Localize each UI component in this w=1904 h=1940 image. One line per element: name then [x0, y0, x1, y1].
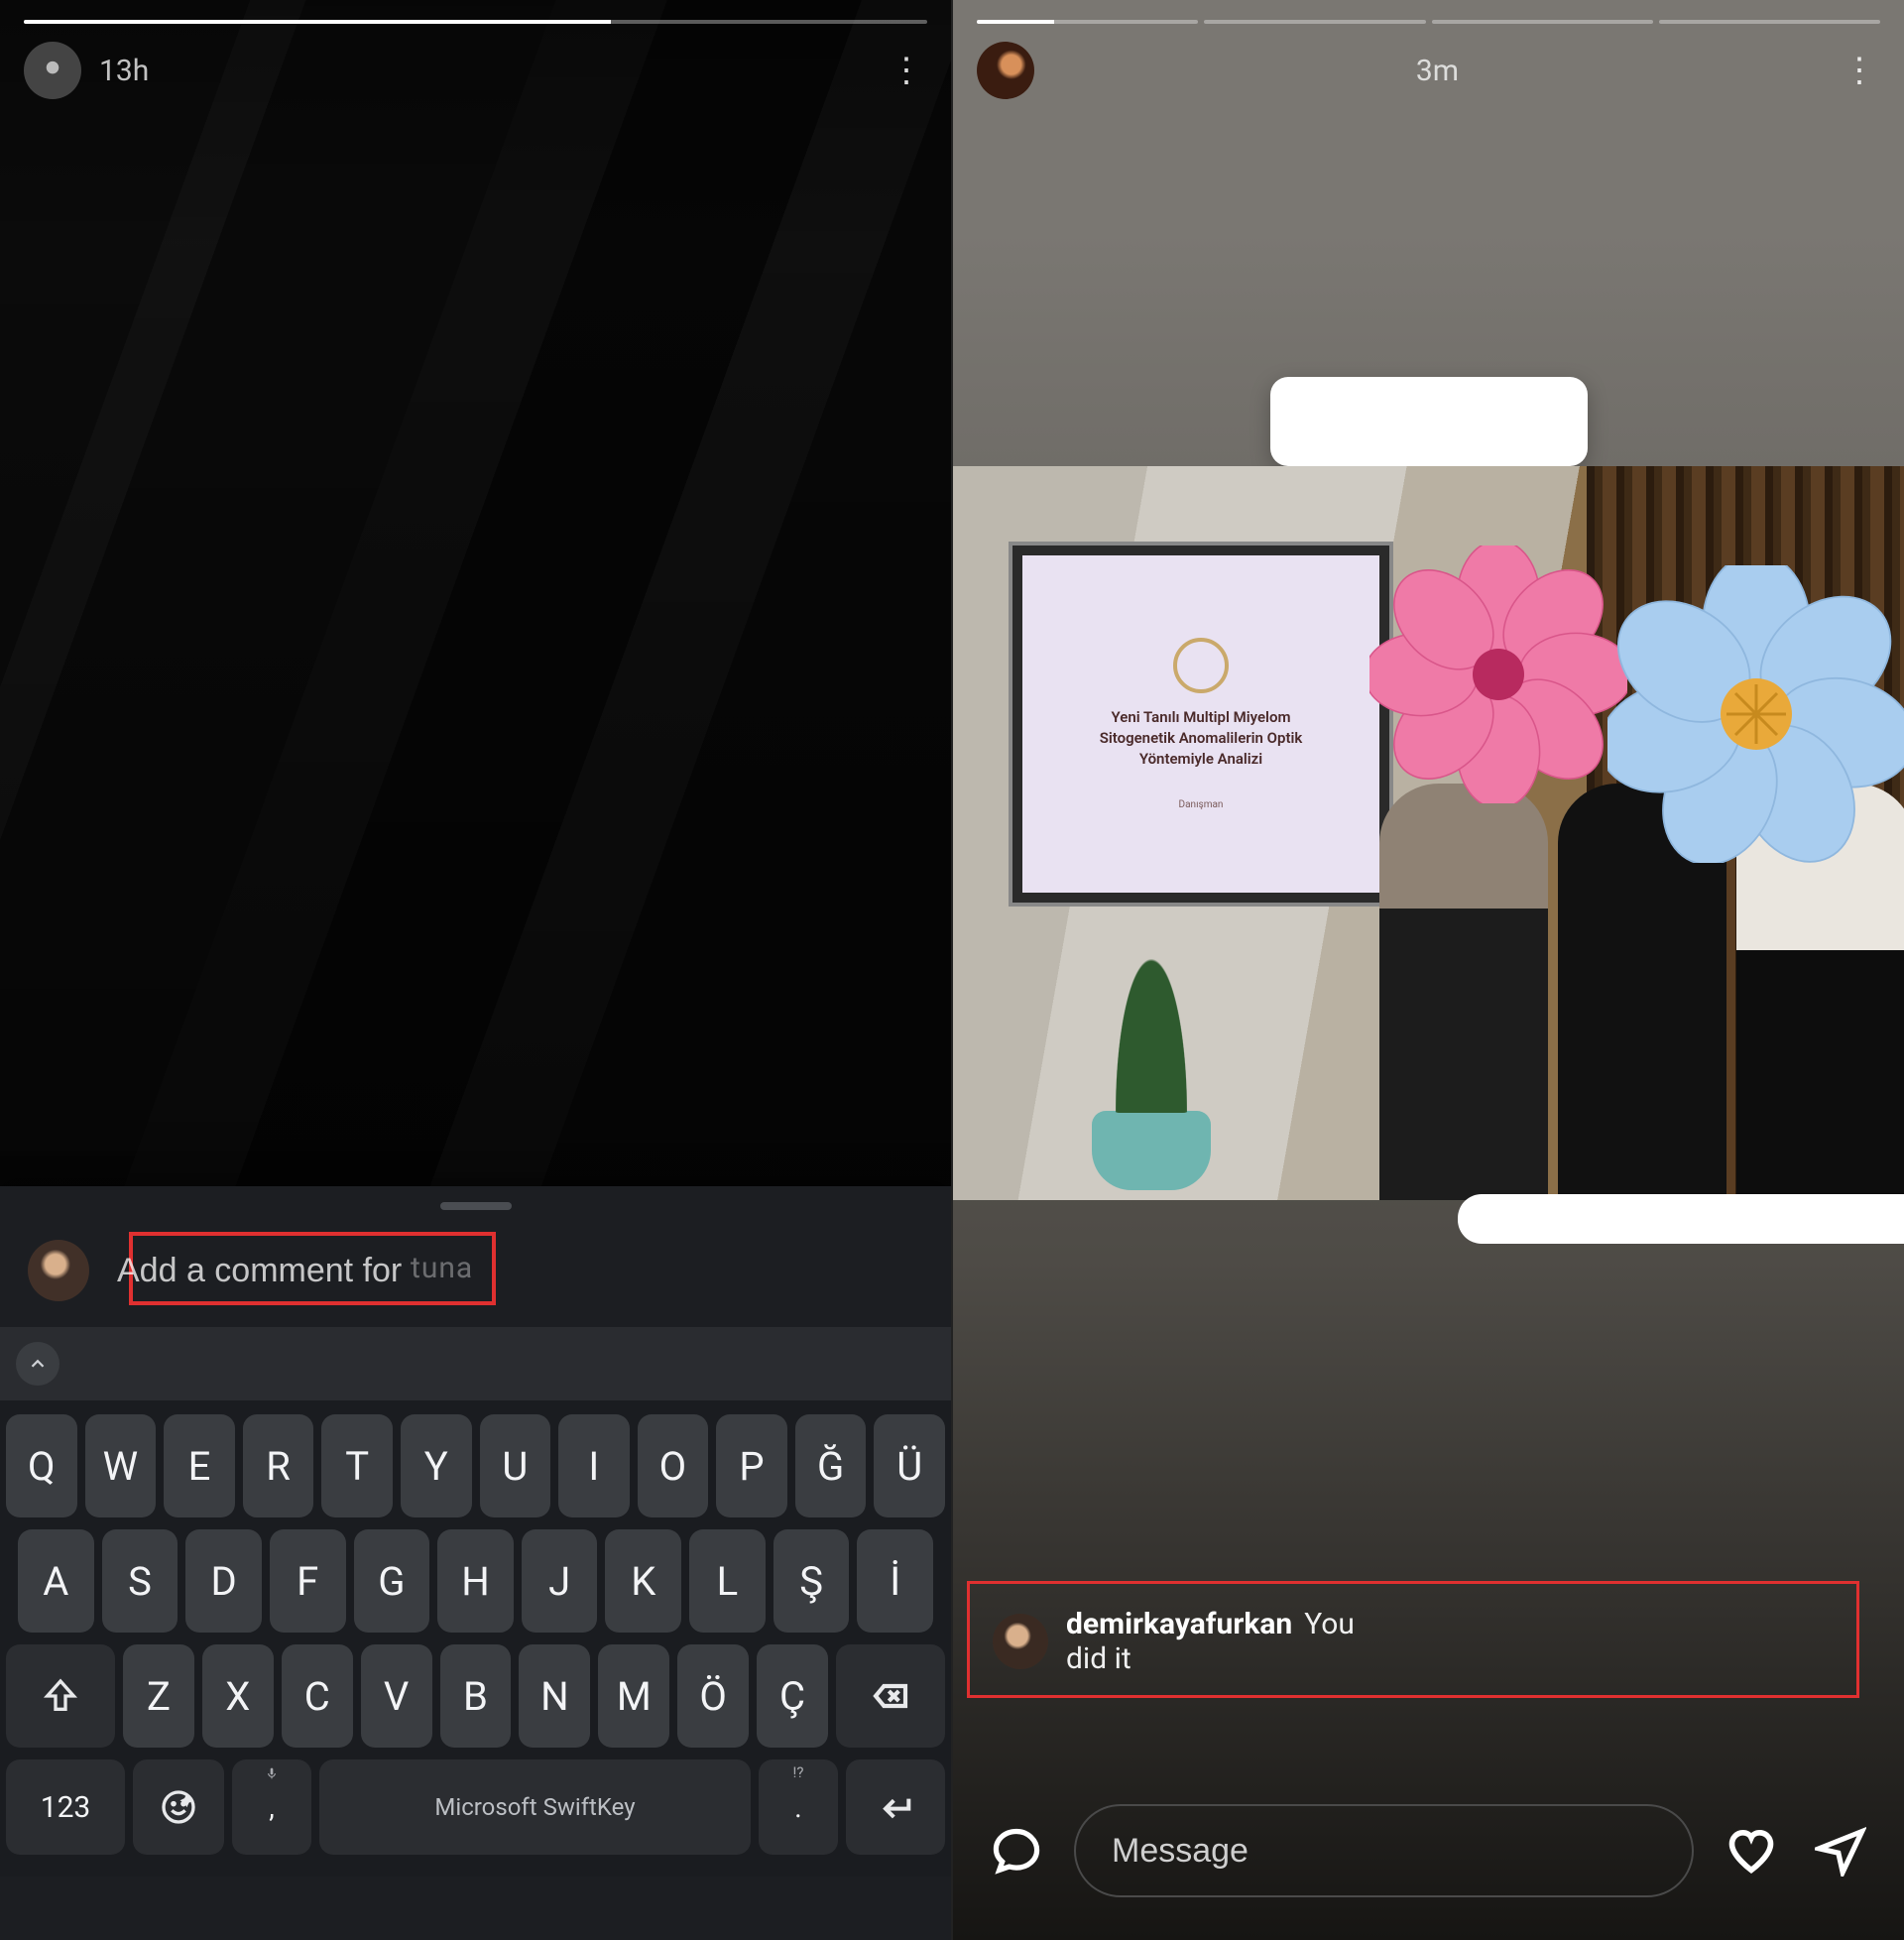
story-reply-bar — [953, 1791, 1904, 1910]
key-s[interactable]: S — [102, 1529, 178, 1633]
story-photo-content: Yeni Tanılı Multipl Miyelom Sitogenetik … — [953, 466, 1904, 1200]
key-u[interactable]: U — [480, 1414, 551, 1517]
share-story-button[interactable] — [1809, 1819, 1872, 1882]
key-f[interactable]: F — [270, 1529, 346, 1633]
story-author-avatar[interactable] — [977, 42, 1034, 99]
key-a[interactable]: A — [18, 1529, 94, 1633]
numeric-toggle-key[interactable]: 123 — [6, 1759, 125, 1855]
flower-sticker-blue — [1607, 565, 1904, 863]
sheet-drag-handle[interactable] — [440, 1202, 512, 1210]
key-x[interactable]: X — [202, 1644, 274, 1748]
enter-key[interactable] — [846, 1759, 945, 1855]
keyboard-suggestion-bar — [0, 1327, 951, 1400]
story-timestamp: 13h — [99, 54, 149, 88]
keyboard-row-4: 123 , Microsoft SwiftKey !? . — [6, 1759, 945, 1855]
message-input[interactable] — [1112, 1832, 1656, 1871]
space-key[interactable]: Microsoft SwiftKey — [319, 1759, 751, 1855]
current-user-avatar[interactable] — [28, 1240, 89, 1301]
period-label: . — [794, 1791, 801, 1824]
punct-hint: !? — [793, 1763, 804, 1781]
key-ö[interactable]: Ö — [677, 1644, 749, 1748]
message-input-pill[interactable] — [1074, 1804, 1694, 1897]
story-header: 13h ⋮ — [0, 0, 951, 99]
key-q[interactable]: Q — [6, 1414, 77, 1517]
key-ş[interactable]: Ş — [774, 1529, 850, 1633]
comment-bottom-sheet: tuna QWERTYUIOPĞÜ ASDFGHJKLŞİ ZXCVBNMÖÇ — [0, 1186, 951, 1940]
story-sticker-card[interactable] — [1270, 377, 1588, 466]
keyboard-row-3: ZXCVBNMÖÇ — [6, 1644, 945, 1748]
progress-segment — [24, 20, 927, 24]
comment-hint-suffix: tuna — [411, 1251, 473, 1285]
key-b[interactable]: B — [440, 1644, 512, 1748]
commenter-avatar[interactable] — [993, 1614, 1048, 1669]
presentation-title-line3: Yöntemiyle Analizi — [1139, 749, 1262, 770]
key-r[interactable]: R — [243, 1414, 314, 1517]
story-view-right: Yeni Tanılı Multipl Miyelom Sitogenetik … — [953, 0, 1904, 1940]
story-caption-strip — [1458, 1194, 1904, 1244]
progress-segment — [977, 20, 1198, 24]
key-y[interactable]: Y — [401, 1414, 472, 1517]
period-key[interactable]: !? . — [759, 1759, 838, 1855]
progress-segment — [1204, 20, 1425, 24]
story-more-menu[interactable]: ⋮ — [1841, 54, 1880, 87]
story-view-left: 13h ⋮ tuna QWERTYUIOPĞÜ — [0, 0, 953, 1940]
key-m[interactable]: M — [598, 1644, 669, 1748]
story-author-avatar[interactable] — [24, 42, 81, 99]
key-d[interactable]: D — [185, 1529, 262, 1633]
story-dim-overlay — [0, 0, 951, 1206]
key-e[interactable]: E — [164, 1414, 235, 1517]
key-n[interactable]: N — [519, 1644, 590, 1748]
shift-key[interactable] — [6, 1644, 115, 1748]
plant-decor — [1092, 1111, 1211, 1190]
progress-segment — [1432, 20, 1653, 24]
university-logo-icon — [1173, 638, 1229, 693]
key-l[interactable]: L — [689, 1529, 766, 1633]
key-i̇[interactable]: İ — [857, 1529, 933, 1633]
key-g[interactable]: G — [354, 1529, 430, 1633]
backspace-key[interactable] — [836, 1644, 945, 1748]
key-k[interactable]: K — [605, 1529, 681, 1633]
key-o[interactable]: O — [638, 1414, 709, 1517]
key-i[interactable]: I — [558, 1414, 630, 1517]
mic-icon — [264, 1765, 280, 1785]
presentation-title-line1: Yeni Tanılı Multipl Miyelom — [1112, 707, 1291, 728]
chat-bubble-icon[interactable] — [985, 1819, 1048, 1882]
key-ç[interactable]: Ç — [757, 1644, 828, 1748]
on-screen-keyboard: QWERTYUIOPĞÜ ASDFGHJKLŞİ ZXCVBNMÖÇ 123 — [0, 1400, 951, 1877]
story-progress-right — [977, 20, 1880, 24]
key-j[interactable]: J — [522, 1529, 598, 1633]
key-t[interactable]: T — [321, 1414, 393, 1517]
key-w[interactable]: W — [85, 1414, 157, 1517]
key-h[interactable]: H — [437, 1529, 514, 1633]
presentation-title-line2: Sitogenetik Anomalilerin Optik — [1100, 728, 1303, 749]
flower-sticker-pink — [1369, 546, 1627, 803]
presentation-screen: Yeni Tanılı Multipl Miyelom Sitogenetik … — [1012, 546, 1389, 903]
commenter-username[interactable]: demirkayafurkan — [1066, 1607, 1292, 1641]
key-ğ[interactable]: Ğ — [795, 1414, 867, 1517]
like-story-button[interactable] — [1720, 1819, 1783, 1882]
progress-segment — [1659, 20, 1880, 24]
suggestion-expand-toggle[interactable] — [16, 1342, 60, 1386]
keyboard-row-1: QWERTYUIOPĞÜ — [6, 1414, 945, 1517]
key-p[interactable]: P — [716, 1414, 787, 1517]
story-comment-overlay: demirkayafurkan You did it — [973, 1597, 1388, 1686]
story-timestamp: 3m — [1416, 54, 1459, 88]
comma-key[interactable]: , — [232, 1759, 311, 1855]
person-1 — [1379, 784, 1548, 1200]
key-v[interactable]: V — [361, 1644, 432, 1748]
keyboard-row-2: ASDFGHJKLŞİ — [6, 1529, 945, 1633]
key-c[interactable]: C — [282, 1644, 353, 1748]
story-header-right: 3m ⋮ — [953, 0, 1904, 99]
presentation-subtitle: Danışman — [1179, 799, 1224, 810]
comma-label: , — [269, 1791, 275, 1824]
story-more-menu[interactable]: ⋮ — [888, 54, 927, 87]
comment-input[interactable] — [113, 1241, 923, 1300]
emoji-key[interactable] — [133, 1759, 224, 1855]
key-z[interactable]: Z — [123, 1644, 194, 1748]
key-ü[interactable]: Ü — [874, 1414, 945, 1517]
story-progress — [24, 20, 927, 24]
